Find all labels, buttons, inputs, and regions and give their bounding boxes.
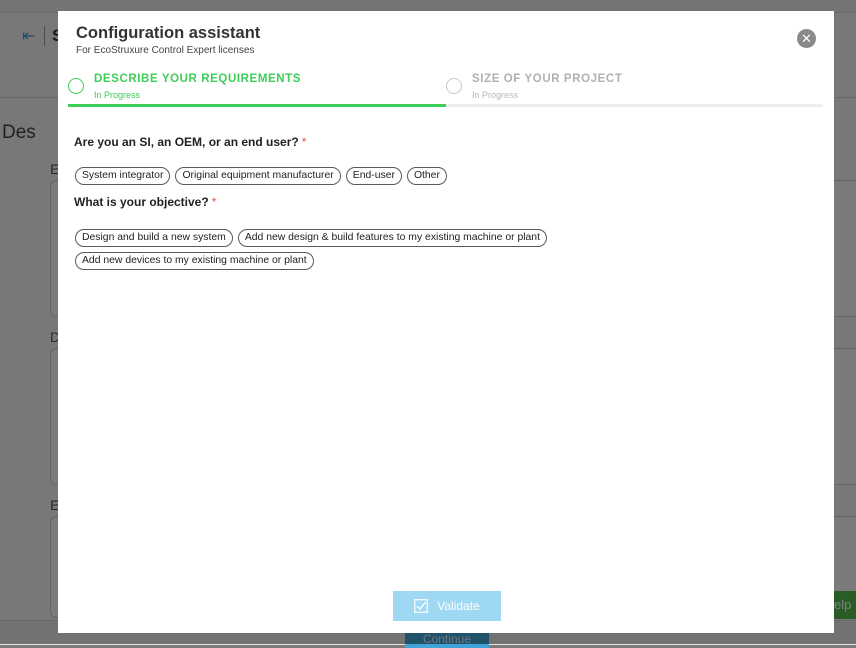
objective-options: Design and build a new system Add new de…	[75, 229, 547, 247]
step-status-circle-icon	[446, 78, 462, 94]
required-marker: *	[211, 195, 217, 209]
modal-subtitle: For EcoStruxure Control Expert licenses	[76, 45, 255, 56]
step-status-circle-icon	[68, 78, 84, 94]
option-new-system[interactable]: Design and build a new system	[75, 229, 233, 247]
step-progress-fill	[68, 104, 446, 107]
user-type-options: System integrator Original equipment man…	[75, 167, 447, 185]
step-size-of-project[interactable]: SIZE OF YOUR PROJECT In Progress	[446, 69, 826, 105]
configuration-assistant-modal: Configuration assistant For EcoStruxure …	[58, 11, 834, 633]
checkbox-icon	[414, 599, 429, 613]
step-label: SIZE OF YOUR PROJECT	[472, 73, 623, 85]
step-status: In Progress	[94, 90, 141, 100]
option-add-devices[interactable]: Add new devices to my existing machine o…	[75, 252, 314, 270]
question-objective: What is your objective? *	[74, 195, 216, 209]
question-text: What is your objective?	[74, 195, 209, 209]
option-system-integrator[interactable]: System integrator	[75, 167, 171, 185]
question-user-type: Are you an SI, an OEM, or an end user? *	[74, 135, 306, 149]
option-oem[interactable]: Original equipment manufacturer	[175, 167, 341, 185]
step-progress-track	[68, 104, 823, 107]
step-label: DESCRIBE YOUR REQUIREMENTS	[94, 73, 302, 85]
close-icon[interactable]: ✕	[797, 29, 816, 48]
question-text: Are you an SI, an OEM, or an end user?	[74, 135, 299, 149]
step-describe-requirements[interactable]: DESCRIBE YOUR REQUIREMENTS In Progress	[68, 69, 448, 105]
required-marker: *	[301, 135, 307, 149]
option-other[interactable]: Other	[406, 167, 447, 185]
validate-label: Validate	[437, 599, 480, 613]
option-add-features[interactable]: Add new design & build features to my ex…	[237, 229, 547, 247]
modal-title: Configuration assistant	[76, 24, 261, 42]
step-status: In Progress	[472, 90, 519, 100]
option-end-user[interactable]: End-user	[345, 167, 402, 185]
validate-button[interactable]: Validate	[393, 591, 501, 621]
objective-options-continued: Add new devices to my existing machine o…	[75, 252, 314, 270]
